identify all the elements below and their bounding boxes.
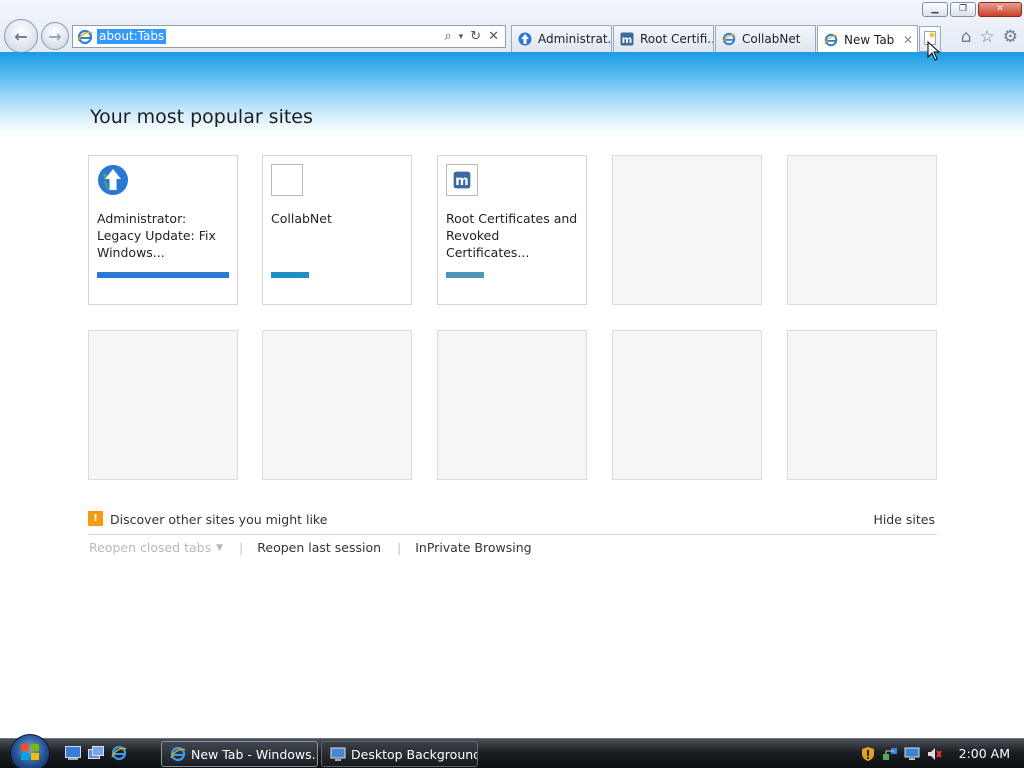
tab-strip: Administrat... m Root Certifi... CollabN… — [511, 25, 919, 53]
favorites-star-icon[interactable]: ☆ — [980, 27, 995, 47]
separator: | — [239, 540, 244, 555]
speaker-muted-icon[interactable] — [926, 746, 942, 762]
site-tile-name: Root Certificates and Revoked Certificat… — [446, 211, 578, 260]
site-tile[interactable]: m Root Certificates and Revoked Certific… — [437, 155, 587, 305]
search-icon[interactable]: ⌕ — [444, 29, 451, 44]
tab-administrator[interactable]: Administrat... — [511, 25, 612, 52]
taskbar: New Tab - Windows... Desktop Background … — [0, 734, 1024, 768]
update-globe-icon — [517, 31, 533, 47]
minimize-button[interactable]: ▁ — [922, 2, 948, 17]
security-shield-icon[interactable] — [860, 746, 876, 762]
taskbar-item-label: New Tab - Windows... — [191, 746, 318, 762]
restore-icon: ❐ — [958, 4, 968, 14]
reopen-closed-tabs-link[interactable]: Reopen closed tabs — [89, 540, 211, 555]
home-icon[interactable]: ⌂ — [961, 27, 972, 47]
dropdown-icon[interactable]: ▾ — [459, 32, 464, 42]
refresh-icon[interactable]: ↻ — [470, 29, 481, 44]
show-desktop-icon[interactable] — [64, 745, 82, 761]
site-m-icon: m — [619, 31, 635, 47]
forward-button[interactable]: → — [41, 22, 69, 50]
ie-icon — [721, 31, 737, 47]
close-button[interactable]: ✕ — [978, 2, 1022, 17]
system-tray: 2:00 AM — [854, 739, 1024, 768]
display-icon — [330, 746, 346, 762]
address-input[interactable]: about:Tabs — [97, 29, 167, 44]
empty-site-tile[interactable] — [612, 155, 762, 305]
start-button[interactable] — [10, 734, 50, 768]
tab-label: Root Certifi... — [640, 32, 714, 46]
tab-collabnet[interactable]: CollabNet — [715, 25, 816, 52]
site-tile-activity-bar — [271, 272, 309, 278]
window-controls: ▁ ❐ ✕ — [922, 2, 1022, 17]
address-tools: ⌕ ▾ ↻ ✕ — [444, 29, 499, 44]
empty-site-tile[interactable] — [262, 330, 412, 480]
empty-site-tile[interactable] — [88, 330, 238, 480]
windows-start-orb-icon — [20, 742, 40, 765]
back-arrow-icon: ← — [14, 26, 28, 46]
empty-site-tile[interactable] — [787, 330, 937, 480]
site-m-icon: m — [446, 164, 478, 196]
tab-close-icon[interactable]: ✕ — [903, 33, 913, 47]
close-icon: ✕ — [996, 4, 1004, 14]
discover-bar: ! Discover other sites you might like Hi… — [88, 511, 937, 535]
switch-windows-icon[interactable] — [87, 745, 105, 761]
stop-icon[interactable]: ✕ — [488, 29, 499, 44]
empty-site-tile[interactable] — [437, 330, 587, 480]
back-button[interactable]: ← — [4, 19, 38, 53]
tools-gear-icon[interactable]: ⚙ — [1003, 27, 1018, 47]
network-icon[interactable] — [882, 746, 898, 762]
ie-icon — [823, 32, 839, 48]
update-globe-icon — [97, 164, 129, 196]
new-tab-page: Your most popular sites Administrator: L… — [0, 52, 1024, 738]
tab-actions: Reopen closed tabs ▼ | Reopen last sessi… — [89, 540, 532, 555]
tab-label: CollabNet — [742, 32, 801, 46]
inprivate-browsing-link[interactable]: InPrivate Browsing — [415, 540, 531, 555]
site-tile-activity-bar — [446, 272, 484, 278]
svg-text:m: m — [455, 174, 468, 189]
ie-icon — [170, 746, 186, 762]
command-icons: ⌂ ☆ ⚙ — [961, 27, 1018, 47]
empty-site-tile[interactable] — [612, 330, 762, 480]
separator: | — [397, 540, 402, 555]
site-tile[interactable]: CollabNet — [262, 155, 412, 305]
tab-root-certificates[interactable]: m Root Certifi... — [613, 25, 714, 52]
site-tile-activity-bar — [97, 272, 229, 278]
mouse-cursor-icon — [927, 41, 941, 61]
minimize-icon: ▁ — [931, 4, 939, 14]
site-tile-name: CollabNet — [271, 211, 332, 226]
blank-page-icon — [271, 164, 303, 196]
reopen-last-session-link[interactable]: Reopen last session — [257, 540, 381, 555]
tab-new-tab[interactable]: New Tab ✕ — [817, 25, 918, 53]
page-title: Your most popular sites — [90, 106, 313, 128]
chevron-down-icon[interactable]: ▼ — [216, 543, 223, 553]
monitor-icon[interactable] — [904, 746, 920, 762]
lightbulb-icon: ! — [88, 511, 103, 526]
system-clock: 2:00 AM — [958, 746, 1010, 761]
svg-text:m: m — [622, 35, 632, 46]
taskbar-item-desktop-background[interactable]: Desktop Background — [321, 741, 478, 767]
address-bar[interactable]: about:Tabs ⌕ ▾ ↻ ✕ — [72, 25, 506, 48]
forward-arrow-icon: → — [48, 26, 62, 46]
empty-site-tile[interactable] — [787, 155, 937, 305]
tab-label: New Tab — [844, 32, 895, 47]
restore-button[interactable]: ❐ — [950, 2, 976, 17]
site-tile-name: Administrator: Legacy Update: Fix Window… — [97, 211, 216, 260]
discover-sites-link[interactable]: Discover other sites you might like — [110, 512, 327, 527]
browser-chrome: ▁ ❐ ✕ ← → about:Tabs ⌕ ▾ ↻ ✕ Administrat… — [0, 0, 1024, 53]
ie-icon[interactable] — [110, 745, 128, 761]
taskbar-item-ie[interactable]: New Tab - Windows... — [161, 741, 318, 767]
tab-label: Administrat... — [538, 32, 612, 46]
ie-icon — [77, 29, 93, 45]
site-tile[interactable]: Administrator: Legacy Update: Fix Window… — [88, 155, 238, 305]
hide-sites-link[interactable]: Hide sites — [873, 512, 935, 527]
taskbar-item-label: Desktop Background — [351, 746, 478, 762]
